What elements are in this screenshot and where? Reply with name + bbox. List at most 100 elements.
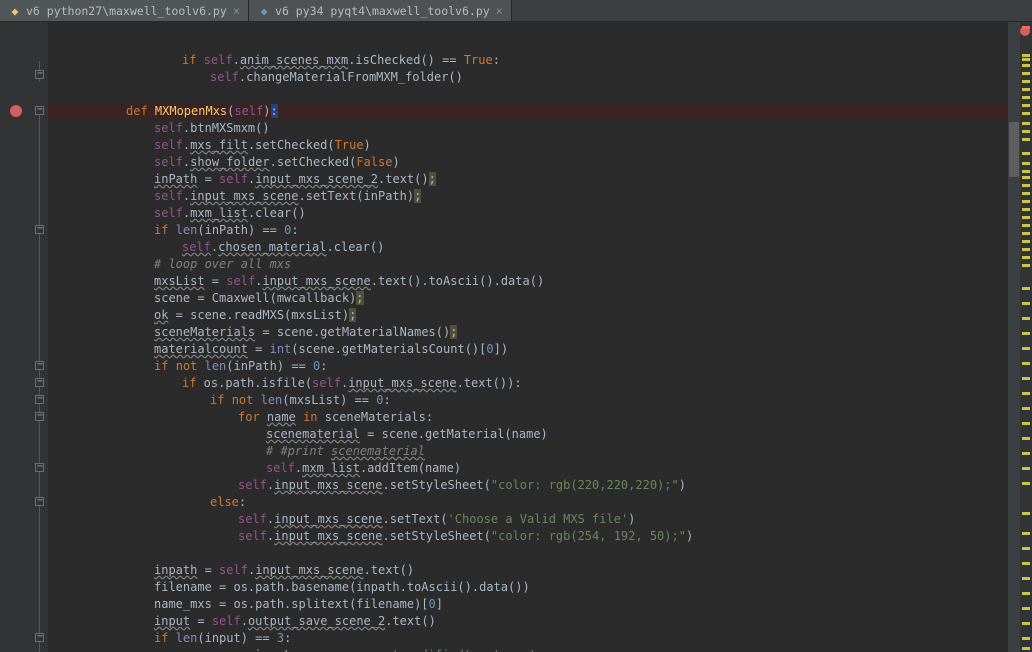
error-stripe-marker[interactable] — [1022, 138, 1030, 141]
code-line[interactable]: self.show_folder.setChecked(False) — [56, 154, 1008, 171]
code-line[interactable]: if not len(mxsList) == 0: — [56, 392, 1008, 409]
error-stripe-marker[interactable] — [1022, 152, 1030, 155]
code-line[interactable]: # #print scenematerial — [56, 443, 1008, 460]
fold-toggle-icon[interactable] — [35, 106, 44, 115]
error-stripe-marker[interactable] — [1022, 170, 1030, 173]
code-line[interactable]: self.input_mxs_scene.setStyleSheet("colo… — [56, 477, 1008, 494]
error-stripe-marker[interactable] — [1022, 452, 1030, 455]
error-stripe-marker[interactable] — [1022, 88, 1030, 91]
fold-toggle-icon[interactable] — [35, 633, 44, 642]
code-line[interactable]: ok = scene.readMXS(mxsList); — [56, 307, 1008, 324]
error-stripe-marker[interactable] — [1022, 130, 1030, 133]
error-stripe-marker[interactable] — [1022, 287, 1030, 290]
error-stripe-marker[interactable] — [1022, 162, 1030, 165]
code-line[interactable]: else: — [56, 494, 1008, 511]
error-stripe-marker[interactable] — [1022, 422, 1030, 425]
breakpoint-icon[interactable] — [10, 105, 22, 117]
code-line[interactable]: self.mxm_list.clear() — [56, 205, 1008, 222]
error-stripe-marker[interactable] — [1022, 208, 1030, 211]
error-stripe-marker[interactable] — [1022, 592, 1030, 595]
tab-file-1[interactable]: ◆ v6 python27\maxwell_toolv6.py × — [0, 0, 249, 21]
code-line[interactable]: inPath = self.input_mxs_scene_2.text(); — [56, 171, 1008, 188]
error-stripe-marker[interactable] — [1022, 256, 1030, 259]
scroll-thumb[interactable] — [1009, 122, 1019, 177]
code-line[interactable]: self.btnMXSmxm() — [56, 120, 1008, 137]
error-stripe-marker[interactable] — [1022, 622, 1030, 625]
code-line[interactable]: input = self.output_save_scene_2.text() — [56, 613, 1008, 630]
error-stripe-marker[interactable] — [1022, 407, 1030, 410]
error-stripe-marker[interactable] — [1022, 192, 1030, 195]
error-stripe-marker[interactable] — [1022, 532, 1030, 535]
tab-file-2[interactable]: ◆ v6 py34 pyqt4\maxwell_toolv6.py × — [249, 0, 512, 21]
code-line[interactable]: if not len(inPath) == 0: — [56, 358, 1008, 375]
error-stripe-marker[interactable] — [1022, 54, 1030, 57]
error-stripe-marker[interactable] — [1022, 72, 1030, 75]
error-stripe-marker[interactable] — [1022, 264, 1030, 267]
error-stripe-marker[interactable] — [1022, 512, 1030, 515]
error-stripe-marker[interactable] — [1022, 80, 1030, 83]
error-stripe-marker[interactable] — [1022, 562, 1030, 565]
code-line[interactable]: self.input_mxs_scene.setText('Choose a V… — [56, 511, 1008, 528]
error-stripe-marker[interactable] — [1022, 377, 1030, 380]
error-stripe-marker[interactable] — [1022, 26, 1030, 29]
code-line[interactable]: materialcount = int(scene.getMaterialsCo… — [56, 341, 1008, 358]
error-stripe-marker[interactable] — [1022, 467, 1030, 470]
fold-toggle-icon[interactable] — [35, 225, 44, 234]
fold-toggle-icon[interactable] — [35, 463, 44, 472]
error-stripe-marker[interactable] — [1022, 96, 1030, 99]
code-line[interactable]: def MXMopenMxs(self): — [56, 103, 1008, 120]
fold-toggle-icon[interactable] — [35, 70, 44, 79]
code-line[interactable]: if self.anim_scenes_mxm.isChecked() == T… — [56, 52, 1008, 69]
code-line[interactable]: scene = Cmaxwell(mwcallback); — [56, 290, 1008, 307]
error-stripe-marker[interactable] — [1022, 122, 1030, 125]
fold-toggle-icon[interactable] — [35, 361, 44, 370]
error-stripe-marker[interactable] — [1022, 607, 1030, 610]
code-line[interactable]: self.chosen_material.clear() — [56, 239, 1008, 256]
close-icon[interactable]: × — [496, 4, 503, 18]
code-line[interactable]: mxsList = self.input_mxs_scene.text().to… — [56, 273, 1008, 290]
error-stripe-marker[interactable] — [1022, 216, 1030, 219]
scrollbar-vertical[interactable] — [1008, 22, 1020, 652]
error-stripe-marker[interactable] — [1022, 482, 1030, 485]
error-stripe-marker[interactable] — [1022, 547, 1030, 550]
code-line[interactable]: new_mxs = input + name_mxs + '_modified'… — [56, 647, 1008, 652]
error-stripe-marker[interactable] — [1022, 392, 1030, 395]
error-stripe-marker[interactable] — [1022, 437, 1030, 440]
code-line[interactable]: sceneMaterials = scene.getMaterialNames(… — [56, 324, 1008, 341]
code-line[interactable]: name_mxs = os.path.splitext(filename)[0] — [56, 596, 1008, 613]
code-area[interactable]: if self.anim_scenes_mxm.isChecked() == T… — [48, 22, 1008, 652]
close-icon[interactable]: × — [233, 4, 240, 18]
error-stripe-marker[interactable] — [1022, 232, 1030, 235]
error-stripe-marker[interactable] — [1022, 184, 1030, 187]
code-line[interactable]: if os.path.isfile(self.input_mxs_scene.t… — [56, 375, 1008, 392]
error-stripe-marker[interactable] — [1022, 332, 1030, 335]
fold-toggle-icon[interactable] — [35, 497, 44, 506]
code-line[interactable]: self.changeMaterialFromMXM_folder() — [56, 69, 1008, 86]
code-line[interactable]: self.input_mxs_scene.setText(inPath); — [56, 188, 1008, 205]
error-stripe-marker[interactable] — [1022, 58, 1030, 61]
error-stripe-marker[interactable] — [1022, 200, 1030, 203]
code-line[interactable]: inpath = self.input_mxs_scene.text() — [56, 562, 1008, 579]
error-stripe-marker[interactable] — [1022, 176, 1030, 179]
error-stripe[interactable] — [1020, 22, 1032, 652]
code-line[interactable]: self.input_mxs_scene.setStyleSheet("colo… — [56, 528, 1008, 545]
code-line[interactable]: if len(inPath) == 0: — [56, 222, 1008, 239]
error-stripe-marker[interactable] — [1022, 577, 1030, 580]
error-stripe-marker[interactable] — [1022, 647, 1030, 650]
error-stripe-marker[interactable] — [1022, 240, 1030, 243]
fold-toggle-icon[interactable] — [35, 378, 44, 387]
error-stripe-marker[interactable] — [1022, 64, 1030, 67]
error-stripe-marker[interactable] — [1022, 347, 1030, 350]
error-stripe-marker[interactable] — [1022, 302, 1030, 305]
error-stripe-marker[interactable] — [1022, 637, 1030, 640]
code-line[interactable]: for name in sceneMaterials: — [56, 409, 1008, 426]
code-line[interactable]: filename = os.path.basename(inpath.toAsc… — [56, 579, 1008, 596]
code-line[interactable]: self.mxm_list.addItem(name) — [56, 460, 1008, 477]
code-line[interactable]: self.mxs_filt.setChecked(True) — [56, 137, 1008, 154]
error-stripe-marker[interactable] — [1022, 104, 1030, 107]
error-stripe-marker[interactable] — [1022, 224, 1030, 227]
code-line[interactable]: scenematerial = scene.getMaterial(name) — [56, 426, 1008, 443]
error-stripe-marker[interactable] — [1022, 362, 1030, 365]
error-stripe-marker[interactable] — [1022, 317, 1030, 320]
error-stripe-marker[interactable] — [1022, 248, 1030, 251]
